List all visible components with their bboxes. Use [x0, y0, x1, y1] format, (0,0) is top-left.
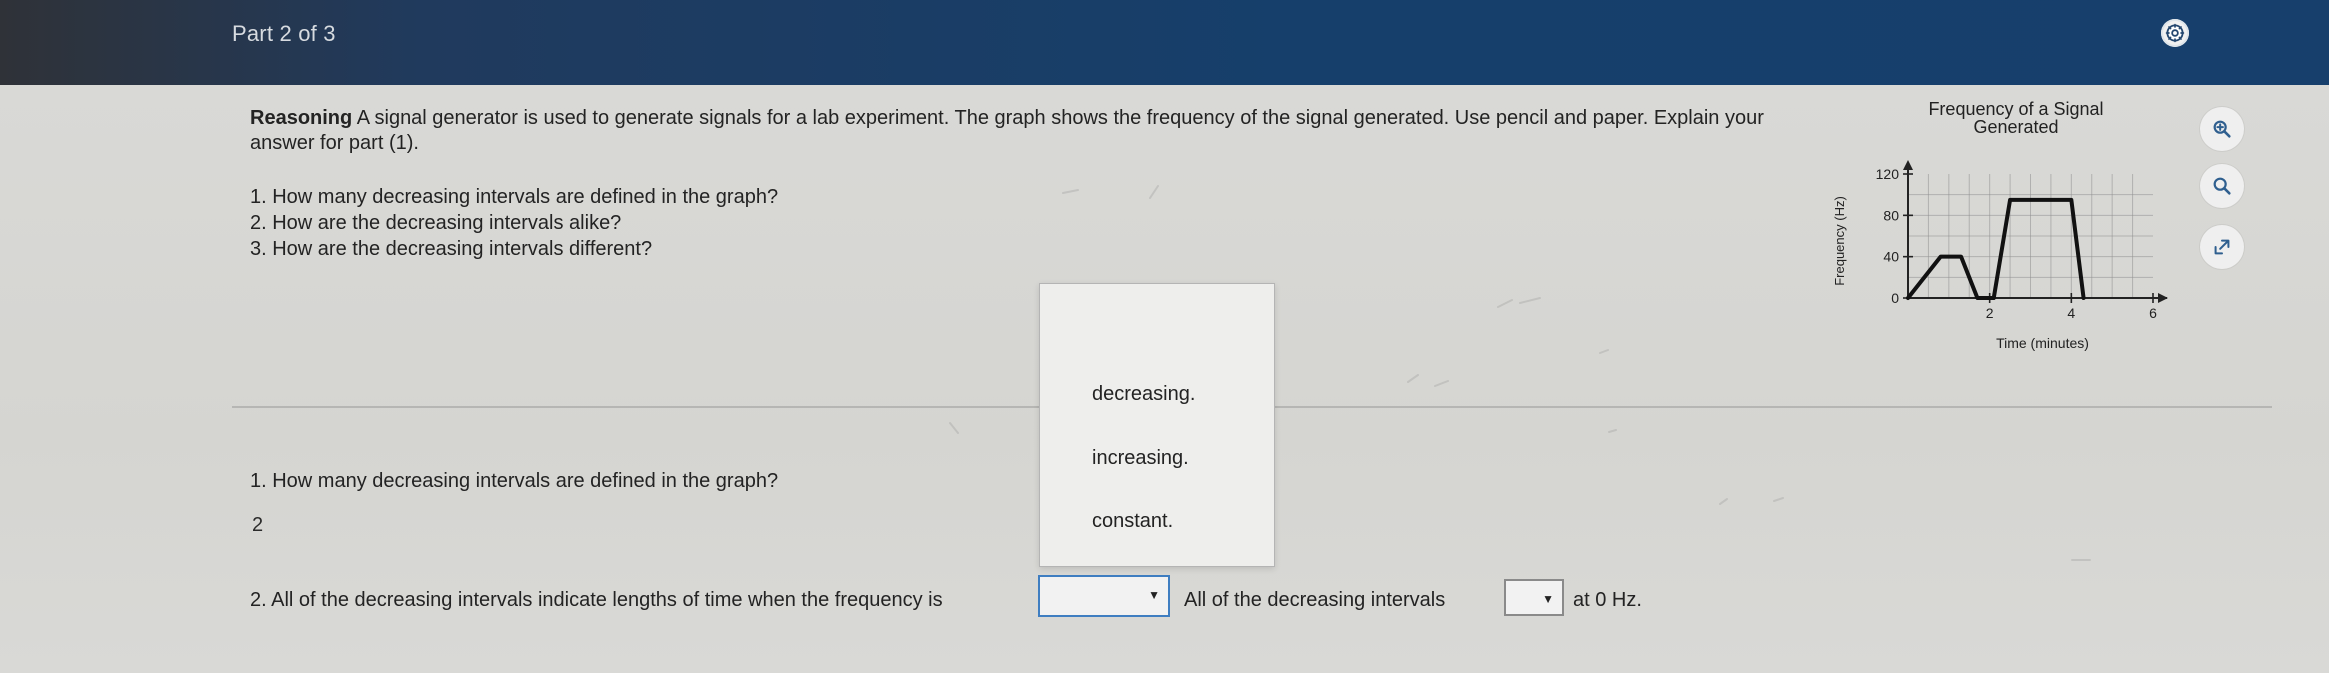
- chart-labels: Frequency (Hz) Time (minutes): [1832, 196, 2089, 351]
- x-axis-arrow: [2158, 293, 2168, 303]
- dropdown-option-increasing[interactable]: increasing.: [1092, 447, 1189, 470]
- reasoning-text: A signal generator is used to generate s…: [250, 107, 1764, 154]
- fill-in-sentence: 2. All of the decreasing intervals indic…: [250, 575, 1750, 623]
- frequency-chart: 0 40 80 120 2 4 6 Frequency (Hz) Time (minutes): [1832, 160, 2168, 351]
- reasoning-label: Reasoning: [250, 107, 353, 129]
- dropdown-option-decreasing[interactable]: decreasing.: [1092, 383, 1195, 406]
- question-1: 1. How many decreasing intervals are def…: [250, 186, 779, 208]
- y-tick-label: 120: [1876, 166, 1900, 182]
- sentence-part-2: All of the decreasing intervals: [1184, 589, 1446, 611]
- question-3: 3. How are the decreasing intervals diff…: [250, 238, 653, 260]
- reasoning-paragraph: Reasoning A signal generator is used to …: [250, 106, 1820, 156]
- question-2: 2. How are the decreasing intervals alik…: [250, 212, 622, 234]
- x-tick-label: 2: [1986, 305, 1994, 321]
- chart-grid: [1908, 174, 2153, 298]
- chart-series: [1906, 197, 2086, 300]
- chevron-down-icon: ▼: [1542, 592, 1554, 606]
- intervals-dropdown[interactable]: ▼: [1504, 579, 1564, 616]
- top-bar: Part 2 of 3: [0, 0, 2329, 85]
- gear-icon[interactable]: [2161, 19, 2189, 47]
- zoom-in-icon[interactable]: [2200, 107, 2244, 151]
- frequency-dropdown[interactable]: ▼: [1038, 575, 1170, 617]
- search-icon[interactable]: [2200, 164, 2244, 208]
- practice-page: Part 2 of 3 Reasoning A signal generator…: [0, 0, 2329, 673]
- y-axis-arrow: [1903, 160, 1913, 170]
- dropdown-option-constant[interactable]: constant.: [1092, 510, 1173, 533]
- answer-question-1: 1. How many decreasing intervals are def…: [250, 470, 779, 492]
- y-tick-label: 0: [1891, 290, 1899, 306]
- y-tick-label: 40: [1883, 249, 1899, 265]
- dropdown-menu: decreasing. increasing. constant.: [1039, 283, 1275, 567]
- y-tick-label: 80: [1883, 207, 1899, 223]
- x-tick-label: 4: [2067, 305, 2075, 321]
- sentence-part-3: at 0 Hz.: [1573, 589, 1642, 611]
- frequency-line: [1906, 197, 2086, 300]
- x-tick-label: 6: [2149, 305, 2157, 321]
- chevron-down-icon: ▼: [1148, 588, 1160, 602]
- question-list: 1. How many decreasing intervals are def…: [250, 184, 1070, 262]
- answer-value: 2: [252, 514, 264, 536]
- sentence-part-1: 2. All of the decreasing intervals indic…: [250, 589, 943, 611]
- part-label: Part 2 of 3: [232, 21, 336, 46]
- chart-axes: [1903, 160, 2168, 303]
- expand-icon[interactable]: [2200, 225, 2244, 269]
- x-axis-label: Time (minutes): [1996, 335, 2089, 351]
- y-axis-label: Frequency (Hz): [1832, 196, 1847, 286]
